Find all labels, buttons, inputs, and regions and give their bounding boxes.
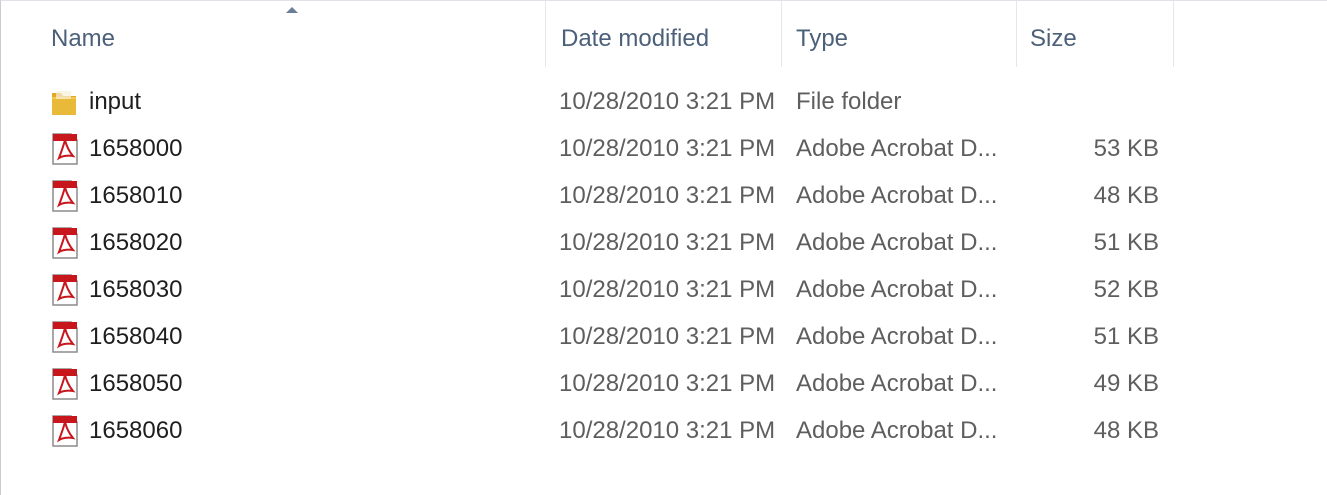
file-size: 49 KB — [1093, 370, 1159, 397]
file-size: 48 KB — [1093, 417, 1159, 444]
file-row[interactable]: input 10/28/2010 3:21 PM File folder — [1, 79, 1327, 126]
file-type: Adobe Acrobat D... — [796, 323, 998, 350]
file-size: 51 KB — [1093, 229, 1159, 256]
file-name: 1658000 — [89, 135, 183, 162]
file-name: 1658030 — [89, 276, 183, 303]
file-type: Adobe Acrobat D... — [796, 276, 998, 303]
file-type: Adobe Acrobat D... — [796, 135, 998, 162]
pdf-file-icon — [49, 132, 81, 166]
file-row[interactable]: 1658030 10/28/2010 3:21 PM Adobe Acrobat… — [1, 267, 1327, 314]
file-row[interactable]: 1658020 10/28/2010 3:21 PM Adobe Acrobat… — [1, 220, 1327, 267]
file-type: Adobe Acrobat D... — [796, 417, 998, 444]
column-header-name[interactable]: Name — [1, 1, 546, 67]
column-header-bar: Name Date modified Type Size — [1, 1, 1327, 67]
file-date-modified: 10/28/2010 3:21 PM — [559, 370, 776, 397]
file-type: Adobe Acrobat D... — [796, 370, 998, 397]
file-rows: input 10/28/2010 3:21 PM File folder 165… — [1, 79, 1327, 455]
file-date-modified: 10/28/2010 3:21 PM — [559, 229, 776, 256]
file-date-modified: 10/28/2010 3:21 PM — [559, 182, 776, 209]
file-date-modified: 10/28/2010 3:21 PM — [559, 135, 776, 162]
file-row[interactable]: 1658050 10/28/2010 3:21 PM Adobe Acrobat… — [1, 361, 1327, 408]
pdf-file-icon — [49, 320, 81, 354]
file-date-modified: 10/28/2010 3:21 PM — [559, 323, 776, 350]
file-size: 52 KB — [1093, 276, 1159, 303]
file-date-modified: 10/28/2010 3:21 PM — [559, 417, 776, 444]
sort-ascending-icon — [286, 7, 298, 13]
file-size: 51 KB — [1093, 323, 1159, 350]
column-header-type[interactable]: Type — [782, 1, 1017, 67]
file-name: 1658020 — [89, 229, 183, 256]
file-size: 53 KB — [1093, 135, 1159, 162]
file-name: input — [89, 88, 142, 115]
pdf-file-icon — [49, 414, 81, 448]
file-name: 1658040 — [89, 323, 183, 350]
column-header-date-modified[interactable]: Date modified — [546, 1, 782, 67]
pdf-file-icon — [49, 226, 81, 260]
file-type: Adobe Acrobat D... — [796, 229, 998, 256]
file-row[interactable]: 1658010 10/28/2010 3:21 PM Adobe Acrobat… — [1, 173, 1327, 220]
column-header-size[interactable]: Size — [1017, 1, 1174, 67]
file-type: Adobe Acrobat D... — [796, 182, 998, 209]
pdf-file-icon — [49, 179, 81, 213]
file-type: File folder — [796, 88, 902, 115]
file-name: 1658060 — [89, 417, 183, 444]
pdf-file-icon — [49, 367, 81, 401]
file-row[interactable]: 1658040 10/28/2010 3:21 PM Adobe Acrobat… — [1, 314, 1327, 361]
file-date-modified: 10/28/2010 3:21 PM — [559, 276, 776, 303]
file-row[interactable]: 1658000 10/28/2010 3:21 PM Adobe Acrobat… — [1, 126, 1327, 173]
folder-icon — [49, 85, 81, 119]
file-size: 48 KB — [1093, 182, 1159, 209]
pdf-file-icon — [49, 273, 81, 307]
file-row[interactable]: 1658060 10/28/2010 3:21 PM Adobe Acrobat… — [1, 408, 1327, 455]
file-date-modified: 10/28/2010 3:21 PM — [559, 88, 776, 115]
file-name: 1658010 — [89, 182, 183, 209]
file-list-view: Name Date modified Type Size input 10/28… — [0, 0, 1327, 495]
file-name: 1658050 — [89, 370, 183, 397]
